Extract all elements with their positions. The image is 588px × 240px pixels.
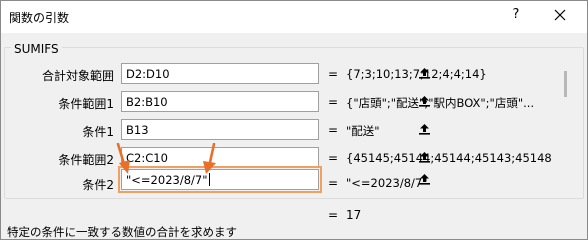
pointer-arrow-icon — [116, 143, 130, 174]
arg-label-criteria-range1: 条件範囲1 — [58, 97, 114, 111]
arg-input-criteria2[interactable]: "<=2023/8/7" — [121, 169, 430, 190]
formula-result: 17 — [346, 208, 362, 222]
function-description: 特定の条件に一致する数値の合計を求めます — [7, 225, 237, 239]
close-button[interactable] — [550, 5, 572, 27]
arg-value: B2:B10 — [126, 95, 168, 109]
pointer-arrow-icon — [203, 143, 216, 174]
title-bar: 関数の引数 ? — [1, 1, 587, 33]
close-icon — [554, 9, 566, 21]
arg-input-criteria-range2[interactable]: C2:C10 — [121, 147, 430, 168]
help-button[interactable]: ? — [508, 7, 524, 25]
dialog-title: 関数の引数 — [9, 11, 70, 25]
arg-result: "配送" — [346, 124, 380, 138]
equals-sign: = — [328, 67, 339, 81]
arg-input-criteria1[interactable]: B13 — [121, 119, 430, 140]
arg-value: D2:D10 — [126, 67, 170, 81]
arg-value: B13 — [126, 123, 149, 137]
arg-result: "<=2023/8/7" — [346, 176, 428, 190]
equals-sign: = — [328, 95, 339, 109]
arg-result: {45145;45144;45144;45143;45148 — [346, 151, 551, 165]
equals-sign: = — [328, 123, 339, 137]
function-arguments-dialog: 関数の引数 ? SUMIFS 合計対象範囲 D2:D10 = {7;3;10;1… — [0, 0, 588, 240]
arg-input-sum-range[interactable]: D2:D10 — [121, 63, 430, 84]
equals-sign: = — [328, 151, 339, 165]
scrollbar-thumb[interactable] — [564, 71, 567, 97]
arg-value: "<=2023/8/7" — [126, 173, 208, 187]
arg-label-criteria2: 条件2 — [82, 178, 114, 192]
equals-sign: = — [328, 176, 339, 190]
arg-result: {7;3;10;13;7;12;4;4;14} — [346, 67, 487, 81]
arg-label-criteria-range2: 条件範囲2 — [58, 153, 114, 167]
arg-value-with-caret: "<=2023/8/7" — [126, 173, 210, 187]
arg-label-sum-range: 合計対象範囲 — [41, 69, 114, 83]
arg-label-criteria1: 条件1 — [82, 125, 114, 139]
arg-input-criteria-range1[interactable]: B2:B10 — [121, 91, 430, 112]
equals-sign: = — [328, 208, 339, 222]
function-name: SUMIFS — [11, 42, 62, 56]
arg-result: {"店頭";"配送";"駅内BOX";"店頭"... — [346, 96, 535, 110]
